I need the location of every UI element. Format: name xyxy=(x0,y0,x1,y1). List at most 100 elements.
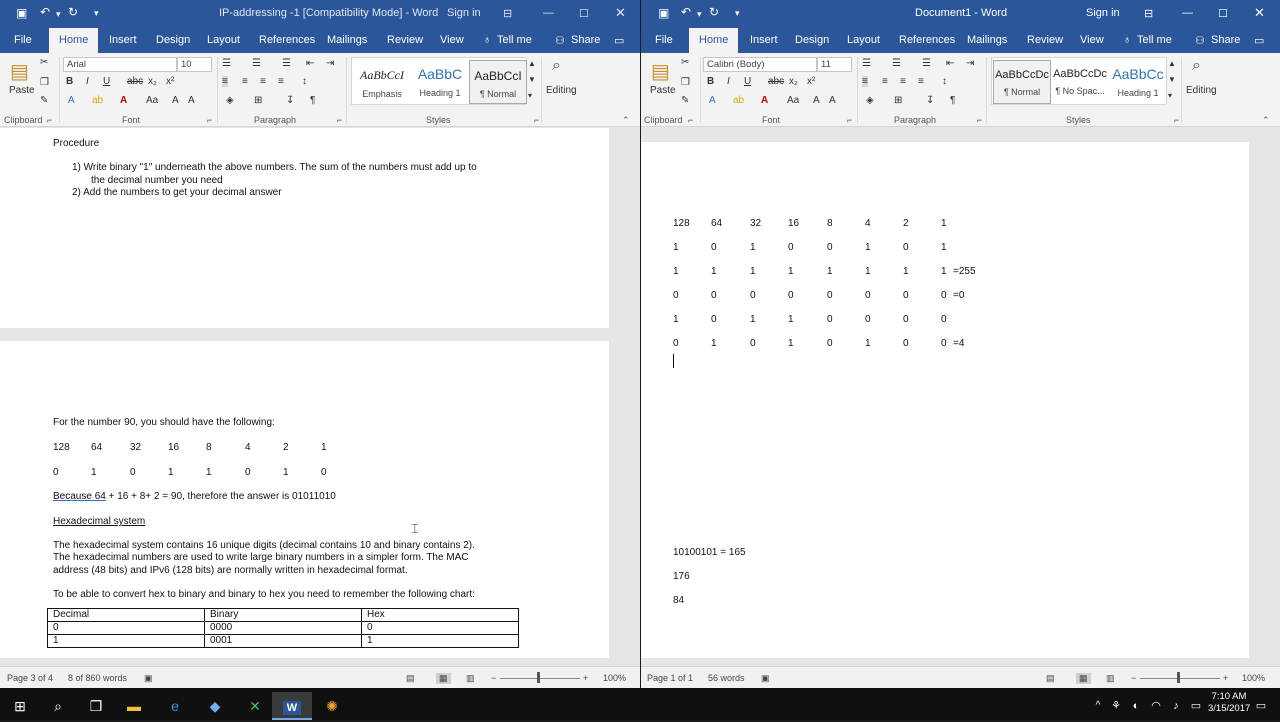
font-launcher-icon[interactable]: ⌐ xyxy=(207,115,212,125)
multilevel-list-icon[interactable]: ☰ xyxy=(282,58,291,69)
editing-button[interactable]: Editing xyxy=(546,85,577,96)
styles-scroll-up-icon[interactable]: ▲ xyxy=(528,59,536,68)
undo-icon[interactable]: ↶ xyxy=(40,5,50,19)
multilevel-list-icon[interactable]: ☰ xyxy=(922,58,931,69)
tell-me-search[interactable]: Tell me xyxy=(497,34,532,46)
underline-button[interactable]: U xyxy=(103,76,110,87)
zoom-slider[interactable] xyxy=(1140,678,1220,679)
web-layout-icon[interactable]: ▥ xyxy=(1106,673,1115,684)
tab-insert[interactable]: Insert xyxy=(750,34,778,46)
styles-more-icon[interactable]: ▾ xyxy=(1168,91,1172,100)
zoom-slider-thumb[interactable] xyxy=(537,672,540,683)
tab-home[interactable]: Home xyxy=(689,28,739,53)
copy-icon[interactable]: ❐ xyxy=(681,77,690,88)
file-explorer-icon[interactable]: ▬ xyxy=(114,692,154,720)
page-1[interactable]: 128 64 32 16 8 4 2 1 1 0 1 0 0 1 0 1 1 1 1 1 1 1 1 1 =255 0 0 0 0 0 0 0… xyxy=(641,142,1249,658)
highlight-icon[interactable]: ab xyxy=(733,95,744,106)
collapse-ribbon-icon[interactable]: ⌃ xyxy=(622,115,630,126)
share-button[interactable]: Share xyxy=(1211,34,1240,46)
styles-scroll-down-icon[interactable]: ▼ xyxy=(528,75,536,84)
clipboard-launcher-icon[interactable]: ⌐ xyxy=(47,115,52,125)
font-launcher-icon[interactable]: ⌐ xyxy=(847,115,852,125)
text-effects-icon[interactable]: A xyxy=(68,95,75,106)
style-normal[interactable]: AaBbCcI ¶ Normal xyxy=(469,60,527,104)
ribbon-display-icon[interactable]: ⊟ xyxy=(503,7,512,20)
network-icon[interactable]: ⚘ xyxy=(1106,692,1126,720)
paste-button[interactable]: Paste xyxy=(650,85,676,96)
tab-layout[interactable]: Layout xyxy=(847,34,880,46)
shrink-font-icon[interactable]: A xyxy=(188,95,195,106)
format-painter-icon[interactable]: ✎ xyxy=(681,95,689,106)
tab-layout[interactable]: Layout xyxy=(207,34,240,46)
tab-review[interactable]: Review xyxy=(387,34,423,46)
align-left-icon[interactable]: ≡ xyxy=(862,76,868,87)
sort-icon[interactable]: ↧ xyxy=(926,95,934,106)
print-layout-icon[interactable]: ▦ xyxy=(1076,673,1091,684)
collapse-ribbon-icon[interactable]: ⌃ xyxy=(1262,115,1270,126)
sign-in-link[interactable]: Sign in xyxy=(447,7,481,19)
style-heading-1[interactable]: AaBbCc Heading 1 xyxy=(1109,60,1167,104)
paragraph-launcher-icon[interactable]: ⌐ xyxy=(977,115,982,125)
font-color-icon[interactable]: A xyxy=(120,95,127,106)
change-case-icon[interactable]: Aa xyxy=(146,95,158,106)
word-count[interactable]: 8 of 860 words xyxy=(68,673,127,683)
task-view-icon[interactable]: ❒ xyxy=(76,692,116,720)
increase-indent-icon[interactable]: ⇥ xyxy=(966,58,974,69)
numbering-icon[interactable]: ☰ xyxy=(892,58,901,69)
tab-file[interactable]: File xyxy=(655,34,673,46)
search-icon[interactable]: ⌕ xyxy=(38,692,78,720)
format-painter-icon[interactable]: ✎ xyxy=(40,95,48,106)
redo-icon[interactable]: ↻ xyxy=(709,5,719,19)
italic-button[interactable]: I xyxy=(727,76,730,87)
justify-icon[interactable]: ≡ xyxy=(278,76,284,87)
tab-view[interactable]: View xyxy=(1080,34,1104,46)
style-heading-1[interactable]: AaBbC Heading 1 xyxy=(411,60,469,104)
tab-design[interactable]: Design xyxy=(795,34,829,46)
edge-browser-icon[interactable]: e xyxy=(155,692,195,720)
minimize-icon[interactable]: — xyxy=(543,7,554,19)
clipboard-launcher-icon[interactable]: ⌐ xyxy=(688,115,693,125)
editing-button[interactable]: Editing xyxy=(1186,85,1217,96)
zoom-out-icon[interactable]: − xyxy=(1131,673,1136,683)
paragraph-launcher-icon[interactable]: ⌐ xyxy=(337,115,342,125)
shading-icon[interactable]: ◈ xyxy=(866,95,874,106)
undo-dropdown-icon[interactable]: ▾ xyxy=(56,9,61,20)
tab-references[interactable]: References xyxy=(899,34,955,46)
tell-me-search[interactable]: Tell me xyxy=(1137,34,1172,46)
highlight-icon[interactable]: ab xyxy=(92,95,103,106)
close-icon[interactable]: ✕ xyxy=(615,5,626,21)
undo-dropdown-icon[interactable]: ▾ xyxy=(697,9,702,20)
tab-insert[interactable]: Insert xyxy=(109,34,137,46)
save-icon[interactable]: ▣ xyxy=(658,6,669,20)
cut-icon[interactable]: ✂ xyxy=(681,57,689,68)
show-hidden-icons[interactable]: ^ xyxy=(1090,692,1106,720)
sign-in-link[interactable]: Sign in xyxy=(1086,7,1120,19)
notifications-icon[interactable]: ▭ xyxy=(1246,692,1276,720)
font-color-icon[interactable]: A xyxy=(761,95,768,106)
zoom-slider[interactable] xyxy=(500,678,580,679)
volume-icon[interactable]: ♪ xyxy=(1166,692,1186,720)
increase-indent-icon[interactable]: ⇥ xyxy=(326,58,334,69)
subscript-button[interactable]: x₂ xyxy=(148,76,157,87)
styles-more-icon[interactable]: ▾ xyxy=(528,91,532,100)
page-count[interactable]: Page 3 of 4 xyxy=(7,673,53,683)
align-center-icon[interactable]: ≡ xyxy=(882,76,888,87)
decrease-indent-icon[interactable]: ⇤ xyxy=(306,58,314,69)
borders-icon[interactable]: ⊞ xyxy=(254,95,262,106)
bold-button[interactable]: B xyxy=(707,76,714,87)
page-4[interactable]: For the number 90, you should have the f… xyxy=(0,341,609,658)
read-mode-icon[interactable]: ▤ xyxy=(406,673,415,684)
superscript-button[interactable]: x² xyxy=(166,76,174,87)
clipboard-icon[interactable]: ▤ xyxy=(651,59,670,84)
find-icon[interactable]: ⌕ xyxy=(552,57,561,75)
font-size-dropdown[interactable]: 11 xyxy=(817,57,852,72)
align-right-icon[interactable]: ≡ xyxy=(900,76,906,87)
web-layout-icon[interactable]: ▥ xyxy=(466,673,475,684)
superscript-button[interactable]: x² xyxy=(807,76,815,87)
shading-icon[interactable]: ◈ xyxy=(226,95,234,106)
settings-app-icon[interactable]: ✺ xyxy=(312,692,352,720)
tab-references[interactable]: References xyxy=(259,34,315,46)
line-spacing-icon[interactable]: ↕ xyxy=(302,76,307,87)
undo-icon[interactable]: ↶ xyxy=(681,5,691,19)
comment-icon[interactable]: ▭ xyxy=(1254,34,1264,47)
